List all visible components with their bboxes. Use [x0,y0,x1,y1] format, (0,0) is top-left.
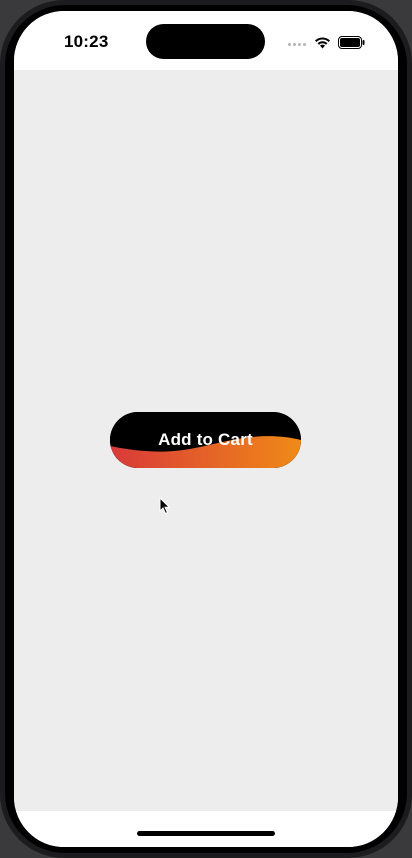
home-indicator[interactable] [137,831,275,836]
status-time: 10:23 [64,32,109,51]
battery-icon [338,36,365,49]
wifi-icon [315,37,330,49]
phone-screen: 10:23 Add to Cart [14,11,398,847]
phone-frame: 10:23 Add to Cart [0,0,412,858]
add-to-cart-label: Add to Cart [158,430,253,449]
mouse-cursor-icon [159,497,171,515]
home-area [14,811,398,847]
main-content: Add to Cart [14,70,398,811]
cellular-dots-icon [288,43,306,46]
status-bar: 10:23 [14,11,398,70]
add-to-cart-button[interactable]: Add to Cart [110,412,301,468]
dynamic-island [146,24,265,59]
